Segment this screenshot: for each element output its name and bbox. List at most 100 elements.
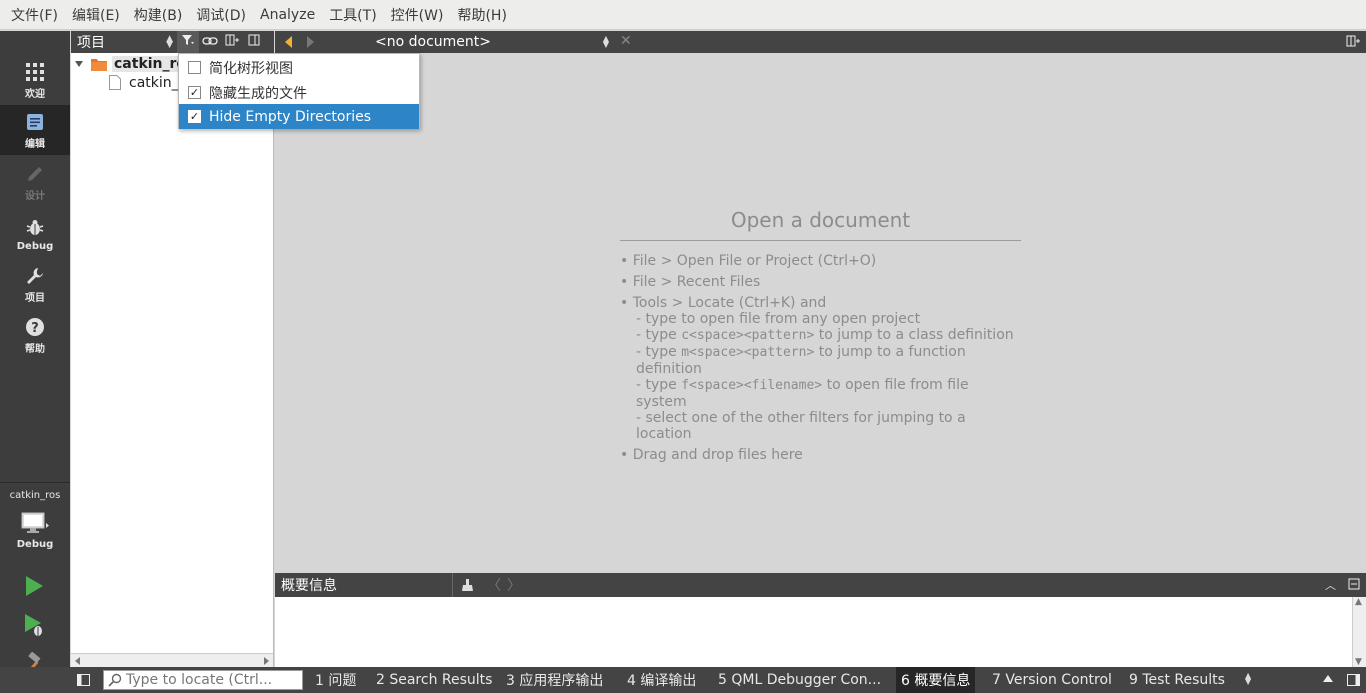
folder-icon — [91, 57, 107, 71]
project-view-selector[interactable]: 项目 ▲ ▼ — [71, 31, 177, 53]
kit-build-label: Debug — [16, 539, 54, 550]
mode-design[interactable]: 设计 — [0, 157, 70, 207]
hint-drag-drop: • Drag and drop files here — [620, 447, 803, 463]
separator — [0, 482, 70, 483]
checkbox-hide-generated[interactable]: ✓ — [188, 86, 201, 99]
menu-controls[interactable]: 控件(W) — [384, 5, 451, 25]
tab-test-results[interactable]: 9 Test Results — [1124, 667, 1230, 693]
mode-welcome[interactable]: 欢迎 — [0, 55, 70, 105]
menu-item-label: Hide Empty Directories — [209, 108, 371, 125]
menu-help[interactable]: 帮助(H) — [450, 5, 513, 25]
debug-play-icon — [23, 613, 45, 641]
close-pane-icon — [248, 34, 260, 50]
hint-sub-3: - type m<space><pattern> to jump to a fu… — [636, 344, 966, 377]
mode-label: 项目 — [25, 292, 45, 304]
project-tree[interactable]: catkin_ros catkin_ — [71, 53, 274, 653]
toggle-sidebar-icon[interactable] — [77, 674, 90, 686]
menu-item-label: 简化树形视图 — [209, 60, 293, 77]
locator-placeholder: Type to locate (Ctrl... — [126, 672, 273, 688]
next-item-icon[interactable]: 〉 — [507, 575, 521, 595]
mode-label: 设计 — [25, 190, 45, 202]
clear-output-icon[interactable] — [461, 578, 475, 592]
menu-item-simplify-tree[interactable]: 简化树形视图 — [179, 55, 419, 80]
menu-tools[interactable]: 工具(T) — [322, 5, 383, 25]
filter-button[interactable] — [177, 31, 199, 53]
scroll-left-icon[interactable] — [75, 657, 80, 665]
close-sidebar-button[interactable] — [243, 31, 265, 53]
output-toolbar: 概要信息 〈 〉 ︿ — [275, 573, 1366, 597]
more-tabs-icon[interactable]: ▲ ▼ — [1245, 672, 1251, 686]
hint-locate-label: • Tools > Locate (Ctrl+K) and — [620, 295, 827, 311]
play-icon — [24, 575, 44, 601]
split-button[interactable] — [221, 31, 243, 53]
mode-bar: 欢迎 编辑 设计 Debug 项目 ? 帮助 catkin_ros Debug — [0, 31, 70, 693]
close-document-icon[interactable]: ✕ — [620, 33, 632, 49]
tab-search-results[interactable]: 2 Search Results — [371, 667, 497, 693]
file-icon — [109, 75, 121, 90]
tab-compile-output[interactable]: 4 编译输出 — [622, 667, 701, 693]
output-body[interactable] — [275, 597, 1352, 667]
scroll-right-icon[interactable] — [264, 657, 269, 665]
split-editor-icon[interactable] — [1346, 35, 1360, 47]
monitor-icon — [20, 511, 50, 537]
editor-area[interactable]: Open a document • File > Open File or Pr… — [275, 53, 1366, 572]
menu-build[interactable]: 构建(B) — [127, 5, 190, 25]
checkbox-hide-empty-dirs[interactable]: ✓ — [188, 110, 201, 123]
tab-issues[interactable]: 1 问题 — [310, 667, 361, 693]
menu-file[interactable]: 文件(F) — [4, 5, 65, 25]
prev-item-icon[interactable]: 〈 — [487, 575, 501, 595]
mode-debug[interactable]: Debug — [0, 209, 70, 259]
document-edit-icon — [25, 111, 45, 133]
document-label: <no document> — [375, 34, 491, 50]
tab-qml-debugger[interactable]: 5 QML Debugger Con... — [713, 667, 886, 693]
hint-open-file: • File > Open File or Project (Ctrl+O) — [620, 253, 877, 269]
link-button[interactable] — [199, 31, 221, 53]
menu-item-label: 隐藏生成的文件 — [209, 85, 307, 102]
mode-edit[interactable]: 编辑 — [0, 105, 70, 155]
project-view-label: 项目 — [77, 35, 105, 51]
mode-help[interactable]: ? 帮助 — [0, 310, 70, 360]
menu-item-hide-empty-dirs[interactable]: ✓ Hide Empty Directories — [179, 104, 419, 129]
close-pane-icon[interactable] — [1348, 578, 1360, 590]
locator-input[interactable]: Type to locate (Ctrl... — [103, 670, 303, 690]
hint-sub-4: - type f<space><filename> to open file f… — [636, 377, 969, 410]
expand-arrow-icon[interactable] — [75, 60, 83, 67]
editor-toolbar: <no document> ▲ ▼ ✕ — [275, 31, 1366, 53]
menu-bar: 文件(F) 编辑(E) 构建(B) 调试(D) Analyze 工具(T) 控件… — [0, 0, 1366, 30]
horizontal-scrollbar[interactable] — [71, 653, 274, 667]
mode-label: 编辑 — [25, 138, 45, 150]
tab-version-control[interactable]: 7 Version Control — [987, 667, 1117, 693]
split-icon — [225, 34, 239, 50]
back-icon[interactable] — [285, 36, 292, 48]
hint-locate: • Tools > Locate (Ctrl+K) and - type to … — [620, 295, 1021, 442]
debug-run-button[interactable] — [20, 613, 48, 641]
scroll-down-icon[interactable]: ▼ — [1355, 657, 1362, 667]
tree-child-item[interactable]: catkin_ — [109, 73, 179, 92]
hint-recent-files: • File > Recent Files — [620, 274, 761, 290]
document-selector[interactable]: <no document> ▲ ▼ — [375, 31, 613, 53]
project-toolbar: 项目 ▲ ▼ — [71, 31, 274, 53]
mode-projects[interactable]: 项目 — [0, 259, 70, 309]
welcome-title: Open a document — [620, 208, 1021, 241]
maximize-pane-icon[interactable]: ︿ — [1325, 577, 1336, 593]
toggle-progress-icon[interactable] — [1323, 675, 1333, 682]
forward-icon[interactable] — [307, 36, 314, 48]
open-document-hints: Open a document • File > Open File or Pr… — [620, 208, 1021, 468]
vertical-scrollbar[interactable]: ▲ ▼ — [1352, 597, 1366, 667]
menu-debug[interactable]: 调试(D) — [189, 5, 253, 25]
search-icon — [108, 673, 122, 687]
checkbox-simplify-tree[interactable] — [188, 61, 201, 74]
grid-icon — [25, 61, 45, 83]
scroll-up-icon[interactable]: ▲ — [1355, 597, 1362, 607]
filter-menu: 简化树形视图 ✓ 隐藏生成的文件 ✓ Hide Empty Directorie… — [178, 53, 420, 129]
toggle-right-sidebar-icon[interactable] — [1347, 674, 1360, 686]
menu-item-hide-generated[interactable]: ✓ 隐藏生成的文件 — [179, 80, 419, 105]
tab-general-messages[interactable]: 6 概要信息 — [896, 667, 976, 693]
pencil-icon — [25, 163, 45, 185]
menu-analyze[interactable]: Analyze — [253, 7, 322, 23]
hint-sub-2: - type c<space><pattern> to jump to a cl… — [636, 327, 1014, 343]
run-button[interactable] — [20, 574, 48, 602]
kit-selector[interactable]: Debug — [0, 507, 70, 557]
menu-edit[interactable]: 编辑(E) — [65, 5, 127, 25]
tab-application-output[interactable]: 3 应用程序输出 — [501, 667, 608, 693]
